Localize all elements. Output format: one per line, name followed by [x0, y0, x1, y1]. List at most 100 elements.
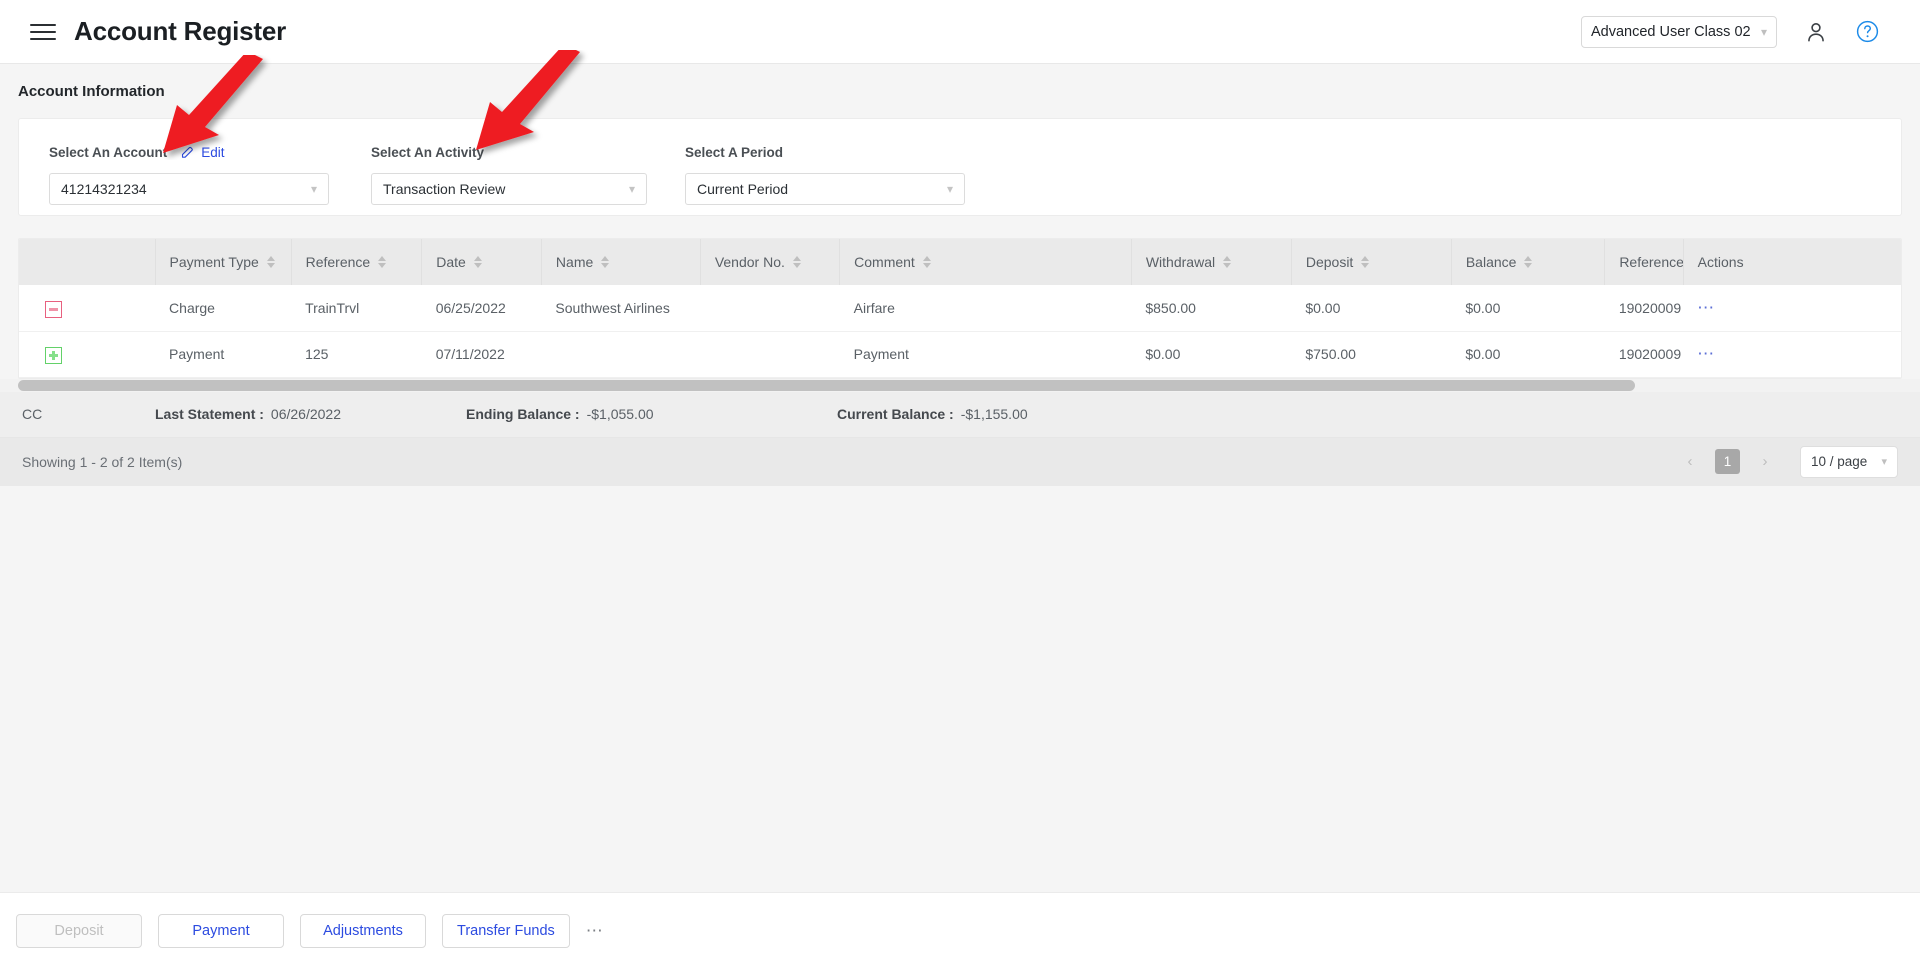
cell-withdrawal: $850.00 [1131, 285, 1292, 332]
current-balance-value: -$1,155.00 [960, 406, 1028, 422]
column-label: Comment [854, 254, 915, 270]
column-header-balance[interactable]: Balance [1451, 239, 1606, 285]
column-header-withdrawal[interactable]: Withdrawal [1131, 239, 1292, 285]
register-table: Payment Type Reference Date Name Vendor … [19, 239, 1901, 378]
more-actions-ellipsis-icon[interactable]: ⋯ [586, 922, 604, 939]
sort-icon[interactable] [1524, 256, 1533, 268]
page-size-select[interactable]: 10 / page ▾ [1800, 445, 1898, 478]
sort-icon[interactable] [792, 256, 801, 268]
activity-select[interactable]: Transaction Review ▾ [371, 173, 647, 205]
cell-reference-2: 19020009 [1604, 285, 1684, 332]
edit-account-label: Edit [201, 144, 225, 160]
cell-comment: Airfare [839, 285, 1132, 332]
column-label: Actions [1697, 254, 1744, 270]
chevron-right-icon[interactable]: › [1754, 451, 1776, 473]
table-horizontal-scrollbar[interactable] [0, 378, 1920, 392]
column-header-toggle [19, 239, 156, 285]
filter-group-account: Select An Account Edit 41214321234 ▾ [19, 143, 329, 205]
sort-icon[interactable] [1361, 256, 1370, 268]
cell-payment-type: Charge [155, 285, 292, 332]
ending-balance-value: -$1,055.00 [586, 406, 654, 422]
column-label: Reference [305, 254, 371, 270]
sort-icon[interactable] [473, 256, 482, 268]
hamburger-icon[interactable] [30, 19, 56, 45]
column-header-reference[interactable]: Reference [291, 239, 423, 285]
period-select[interactable]: Current Period ▾ [685, 173, 965, 205]
ending-balance-label: Ending Balance : [466, 406, 580, 422]
current-balance-label: Current Balance : [837, 406, 954, 422]
table-row: Charge TrainTrvl 06/25/2022 Southwest Ai… [19, 285, 1901, 332]
column-header-date[interactable]: Date [421, 239, 542, 285]
column-label: Date [436, 254, 466, 270]
cell-reference: 125 [291, 331, 422, 378]
sort-icon[interactable] [922, 256, 931, 268]
cell-toggle [19, 285, 156, 332]
sort-icon[interactable] [601, 256, 610, 268]
header-actions: Advanced User Class 02 ▾ [1581, 15, 1898, 48]
column-header-name[interactable]: Name [541, 239, 701, 285]
column-header-deposit[interactable]: Deposit [1291, 239, 1452, 285]
column-label: Withdrawal [1145, 254, 1216, 270]
chevron-down-icon: ▾ [310, 182, 317, 196]
cell-withdrawal: $0.00 [1131, 331, 1292, 378]
filter-group-activity: Select An Activity Transaction Review ▾ [329, 143, 647, 205]
cell-vendor-no [700, 331, 840, 378]
app-root: Account Register Advanced User Class 02 … [0, 0, 1920, 969]
select-account-label: Select An Account [49, 144, 168, 160]
last-statement-value: 06/26/2022 [270, 406, 341, 422]
chevron-down-icon: ▾ [1881, 456, 1887, 468]
summary-last-statement: Last Statement : 06/26/2022 [155, 406, 466, 422]
transfer-funds-button[interactable]: Transfer Funds [442, 914, 570, 948]
cell-date: 06/25/2022 [421, 285, 542, 332]
column-label: Deposit [1305, 254, 1354, 270]
filter-group-period: Select A Period Current Period ▾ [647, 143, 965, 205]
table-header: Payment Type Reference Date Name Vendor … [19, 239, 1901, 285]
column-header-vendor-no[interactable]: Vendor No. [700, 239, 841, 285]
column-label: Name [555, 254, 594, 270]
table-row: Payment 125 07/11/2022 Payment $0.00 $75… [19, 331, 1901, 378]
cell-date: 07/11/2022 [421, 331, 542, 378]
last-statement-label: Last Statement : [155, 406, 264, 422]
edit-account-link[interactable]: Edit [180, 144, 225, 160]
pagination-controls: ‹ 1 › 10 / page ▾ [1679, 445, 1898, 478]
payment-button[interactable]: Payment [158, 914, 284, 948]
pencil-icon [182, 146, 194, 158]
account-select-value: 41214321234 [61, 181, 147, 197]
cell-comment: Payment [839, 331, 1132, 378]
summary-account-type: CC [22, 406, 43, 422]
user-class-select[interactable]: Advanced User Class 02 ▾ [1581, 15, 1777, 48]
adjustments-button[interactable]: Adjustments [300, 914, 426, 948]
expand-plus-icon[interactable] [45, 347, 62, 365]
activity-select-value: Transaction Review [383, 181, 506, 197]
page-title: Account Register [74, 16, 287, 46]
page-number-1[interactable]: 1 [1715, 449, 1740, 474]
column-header-reference-2: Reference [1604, 239, 1684, 285]
cell-name: Southwest Airlines [541, 285, 701, 332]
chevron-left-icon[interactable]: ‹ [1679, 451, 1701, 473]
cell-reference: TrainTrvl [291, 285, 422, 332]
user-icon[interactable] [1803, 19, 1829, 45]
table-body: Charge TrainTrvl 06/25/2022 Southwest Ai… [19, 285, 1901, 378]
sort-icon[interactable] [1223, 256, 1232, 268]
column-header-payment-type[interactable]: Payment Type [155, 239, 292, 285]
ellipsis-icon[interactable]: ⋯ [1697, 345, 1715, 362]
collapse-minus-icon[interactable] [45, 300, 62, 318]
cell-toggle [19, 331, 156, 378]
column-header-comment[interactable]: Comment [839, 239, 1132, 285]
question-circle-icon[interactable] [1855, 19, 1880, 44]
scrollbar-thumb[interactable] [18, 379, 1635, 391]
ellipsis-icon[interactable]: ⋯ [1697, 299, 1715, 316]
deposit-button[interactable]: Deposit [16, 914, 142, 948]
account-select[interactable]: 41214321234 ▾ [49, 173, 329, 205]
cell-reference-2: 19020009 [1604, 331, 1684, 378]
section-title: Account Information [18, 83, 165, 100]
sort-icon[interactable] [378, 256, 387, 268]
user-class-value: Advanced User Class 02 [1591, 23, 1751, 40]
filter-panel: Select An Account Edit 41214321234 ▾ Sel… [18, 118, 1902, 216]
sort-icon[interactable] [266, 256, 275, 268]
select-period-label: Select A Period [685, 144, 784, 160]
summary-current-balance: Current Balance : -$1,155.00 [837, 406, 1028, 422]
column-label: Reference [1619, 254, 1684, 270]
page-size-value: 10 / page [1811, 454, 1868, 469]
cell-name [541, 331, 701, 378]
